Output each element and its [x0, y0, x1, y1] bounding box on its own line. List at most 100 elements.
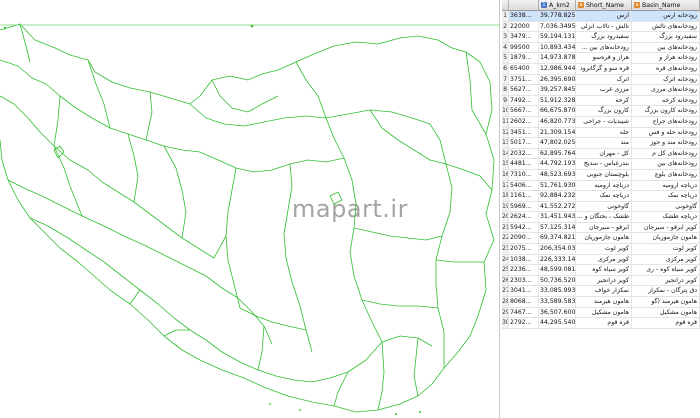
- table-cell: 46,820.7732504...: [540, 116, 576, 127]
- table-cell: 44,295.5408563...: [540, 318, 576, 328]
- table-row[interactable]: 297467...36,507.6009452...هامون مشکیلهام…: [502, 307, 700, 319]
- table-row[interactable]: 241038...226,333.149131...کویر مرکزیکویر…: [502, 254, 700, 266]
- table-cell: 22000: [509, 21, 539, 32]
- table-row[interactable]: 135017...47,802.0250832...مندرودخانه مند…: [502, 138, 700, 149]
- table-row[interactable]: 175406...51,761.9308284...دریاچه ارومیهد…: [502, 180, 700, 192]
- table-cell: کارون بزرگ: [576, 106, 632, 116]
- table-cell: 7: [502, 74, 509, 85]
- table-row[interactable]: 33479...59,194.1312413...سفیدرود بزرگسفی…: [502, 32, 700, 43]
- table-cell: 62,895.7646494...: [540, 148, 576, 159]
- table-cell: 7467...: [509, 307, 539, 318]
- map-canvas[interactable]: mapart.ir: [0, 0, 500, 418]
- table-cell: 36,507.6009452...: [540, 307, 576, 318]
- table-cell: هامون جازموریان: [632, 233, 700, 244]
- table-row[interactable]: 195969...41,552.2722402...گاوخونیگاوخونی: [502, 201, 700, 213]
- table-cell: 65400: [509, 63, 539, 74]
- header-id[interactable]: [509, 0, 539, 10]
- table-row[interactable]: 181161...92,884.2323029...دریاچه نمکدریا…: [502, 191, 700, 202]
- table-row[interactable]: 123451...21,309.1546074...حلهرودخانه حله…: [502, 127, 700, 139]
- table-cell: 5: [502, 53, 509, 63]
- table-row[interactable]: 288068...33,589.5832473...هامون هیرمندها…: [502, 297, 700, 308]
- attribute-table[interactable]: 1 A_km2 a Short_Name a Basin_Name 1 3638... 3…: [502, 0, 700, 418]
- table-cell: 33,589.5832473...: [540, 297, 576, 307]
- table-cell: 3479...: [509, 32, 539, 42]
- table-row[interactable]: 202624...31,451.9433995...طشک ، بختگان و…: [502, 212, 700, 223]
- table-cell: 8: [502, 85, 509, 95]
- table-cell: 26,395.6909587...: [540, 74, 576, 85]
- table-cell: رودخانه‌های تالش: [632, 21, 700, 32]
- table-row[interactable]: 112602...46,820.7732504...شیبدیات - جراح…: [502, 116, 700, 128]
- table-row[interactable]: 97492...51,912.3281129...کرخهرودخانه کرخ…: [502, 95, 700, 107]
- table-row[interactable]: 66540012,986.9444372...قره سو و گرگانرود…: [502, 63, 700, 75]
- table-cell: رودخانه اترک: [632, 74, 700, 85]
- table-cell: 39,257.8451121...: [540, 85, 576, 95]
- table-cell: 16: [502, 169, 509, 180]
- table-cell: 2602...: [509, 116, 539, 127]
- header-a-km2[interactable]: 1 A_km2: [539, 0, 576, 10]
- table-cell: 47,802.0250832...: [540, 138, 576, 148]
- table-row[interactable]: 85627...39,257.8451121...مرزی غربرودخانه…: [502, 85, 700, 96]
- table-row[interactable]: 167310...48,523.6937879...بلوچستان جنوبی…: [502, 169, 700, 181]
- table-row[interactable]: 215942...57,125.3147724...ابرقو - سیرجان…: [502, 222, 700, 234]
- header-row-index[interactable]: [502, 0, 509, 10]
- table-row[interactable]: 273041...33,085.9933936...نمکزار خوافدق …: [502, 286, 700, 298]
- table-cell: کویر درانجیر: [576, 275, 632, 286]
- table-cell: 6: [502, 63, 509, 74]
- table-cell: 21: [502, 222, 509, 233]
- table-cell: رودخانه حله و فس: [632, 127, 700, 138]
- table-cell: رودخانه کارون بزرگ: [632, 106, 700, 116]
- table-row[interactable]: 73751...26,395.6909587...اترکرودخانه اتر…: [502, 74, 700, 86]
- table-row[interactable]: 13638...39,778.8252731...ارسرودخانه ارس: [502, 11, 700, 22]
- table-cell: 2075...: [509, 244, 539, 254]
- table-cell: رودخانه هراز و: [632, 53, 700, 63]
- table-cell: کرخه: [576, 95, 632, 106]
- country-outline: [0, 23, 495, 413]
- header-short-name[interactable]: a Short_Name: [576, 0, 632, 10]
- table-cell: رودخانه‌های جراح: [632, 116, 700, 127]
- table-cell: 14: [502, 148, 509, 159]
- table-cell: 1038...: [509, 254, 539, 265]
- table-cell: 7492...: [509, 95, 539, 106]
- table-cell: 5969...: [509, 201, 539, 212]
- table-cell: 57,125.3147724...: [540, 222, 576, 233]
- table-cell: 7,036.34951789...: [540, 21, 576, 32]
- table-cell: رودخانه‌های قره: [632, 63, 700, 74]
- table-cell: بلوچستان جنوبی: [576, 169, 632, 180]
- table-cell: 41,552.2722402...: [540, 201, 576, 212]
- table-row[interactable]: 302792...44,295.5408563...قره قومقره قوم: [502, 318, 700, 329]
- table-cell: 5017...: [509, 138, 539, 148]
- table-cell: 28: [502, 297, 509, 307]
- number-field-icon: 1: [541, 2, 547, 8]
- table-cell: 17: [502, 180, 509, 191]
- table-cell: قره قوم: [632, 318, 700, 328]
- table-row[interactable]: 222090...69,374.8219900...هامون جازموریا…: [502, 233, 700, 245]
- table-cell: رودخانه‌های مرزی: [632, 85, 700, 95]
- table-cell: هامون مشکیل: [576, 307, 632, 318]
- table-cell: هامون هیرمند: [576, 297, 632, 307]
- header-basin-name[interactable]: a Basin_Name: [632, 0, 700, 10]
- table-row[interactable]: 232075...206,354.033935...کویر لوتکویر ل…: [502, 244, 700, 255]
- table-row[interactable]: 51879...14,973.8786335...هراز و قره‌سورو…: [502, 53, 700, 64]
- table-cell: 59,194.1312413...: [540, 32, 576, 42]
- table-row[interactable]: 2220007,036.34951789...تالش - تالاب انزل…: [502, 21, 700, 33]
- table-cell: هراز و قره‌سو: [576, 53, 632, 63]
- table-cell: 4: [502, 42, 509, 53]
- table-row[interactable]: 154481...44,792.1930920...بندرعباس - سدی…: [502, 159, 700, 170]
- table-cell: گاوخونی: [632, 201, 700, 212]
- table-cell: قره قوم: [576, 318, 632, 328]
- table-row[interactable]: 49950010,893.4340205...رودخانه‌های بین .…: [502, 42, 700, 54]
- table-cell: کویر مرکزی: [632, 254, 700, 265]
- table-row[interactable]: 252236...48,599.0816614...کویر سیاه کوهک…: [502, 265, 700, 276]
- table-row[interactable]: 262303...50,736.5208753...کویر درانجیرکو…: [502, 275, 700, 287]
- table-cell: 66,675.8704889...: [540, 106, 576, 116]
- table-cell: 69,374.8219900...: [540, 233, 576, 244]
- table-row[interactable]: 142032...62,895.7646494...کل - مهرانرودخ…: [502, 148, 700, 160]
- table-body: 13638...39,778.8252731...ارسرودخانه ارس2…: [502, 11, 700, 329]
- table-cell: 206,354.033935...: [540, 244, 576, 254]
- table-cell: 12: [502, 127, 509, 138]
- table-cell: 92,884.2323029...: [540, 191, 576, 201]
- table-cell: رودخانه‌های بلوچ: [632, 169, 700, 180]
- table-cell: 2090...: [509, 233, 539, 244]
- table-cell: 2: [502, 21, 509, 32]
- table-row[interactable]: 105667...66,675.8704889...کارون بزرگرودخ…: [502, 106, 700, 117]
